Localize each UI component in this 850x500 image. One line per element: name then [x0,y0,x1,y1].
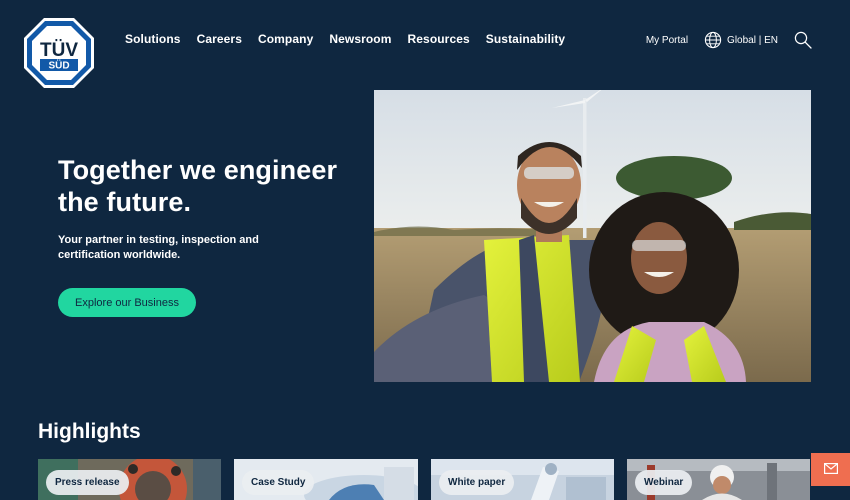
utility-nav: My Portal Global | EN [646,29,812,51]
search-button[interactable] [794,31,812,49]
nav-item-careers[interactable]: Careers [197,32,242,46]
contact-button[interactable] [811,453,850,486]
mail-icon [823,461,838,479]
hero-image [374,90,811,382]
main-nav: Solutions Careers Company Newsroom Resou… [125,32,565,46]
highlight-card-case-study[interactable]: Case Study [234,459,418,500]
nav-item-newsroom[interactable]: Newsroom [329,32,391,46]
highlight-card-press-release[interactable]: Press release [38,459,221,500]
highlight-card-white-paper[interactable]: White paper [431,459,614,500]
tuv-sud-logo[interactable]: TÜV SÜD [23,17,95,89]
search-icon [794,31,812,49]
nav-item-resources[interactable]: Resources [408,32,470,46]
language-label: Global | EN [727,34,778,46]
globe-icon [704,31,722,49]
highlight-card-webinar[interactable]: Webinar [627,459,810,500]
nav-item-sustainability[interactable]: Sustainability [486,32,565,46]
card-tag: Webinar [635,470,693,495]
card-tag: Case Study [242,470,315,495]
card-tag: White paper [439,470,515,495]
logo-text-top: TÜV [40,40,78,61]
logo-text-bottom: SÜD [48,59,69,72]
highlights-title: Highlights [38,420,141,443]
logo-mark: TÜV SÜD [24,18,94,88]
explore-business-button[interactable]: Explore our Business [58,288,196,317]
my-portal-link[interactable]: My Portal [646,35,688,46]
hero-title: Together we engineer the future. [58,155,338,217]
hero-subtitle: Your partner in testing, inspection and … [58,234,259,261]
card-tag: Press release [46,470,129,495]
language-selector[interactable]: Global | EN [704,31,778,49]
nav-item-solutions[interactable]: Solutions [125,32,181,46]
nav-item-company[interactable]: Company [258,32,313,46]
